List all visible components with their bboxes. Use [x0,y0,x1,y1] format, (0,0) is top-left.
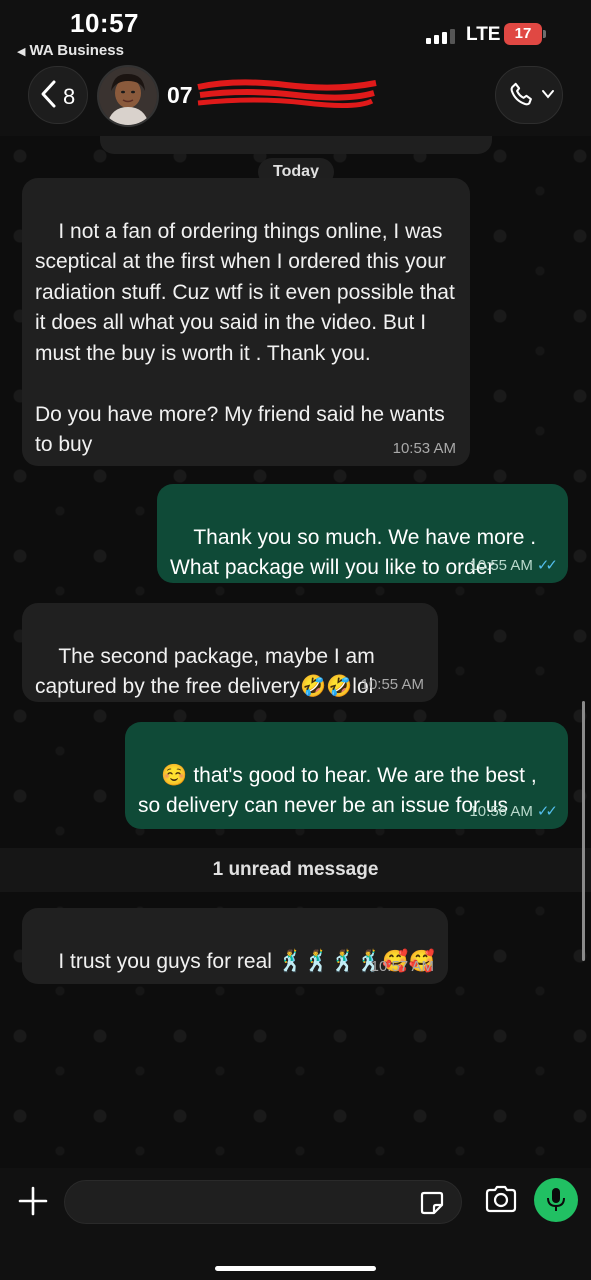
back-triangle-icon: ◀ [17,46,26,58]
message-time: 10:57 AM [370,958,434,975]
chevron-down-icon [542,90,554,99]
message-text: I not a fan of ordering things online, I… [35,219,455,457]
message-bubble-outgoing[interactable]: ☺️ that's good to hear. We are the best … [125,722,568,829]
unread-chats-count: 8 [63,84,76,109]
read-ticks-icon: ✓✓ [536,803,558,820]
read-ticks-icon: ✓✓ [536,557,558,574]
unread-divider: 1 unread message [0,848,591,892]
microphone-icon [547,1188,565,1211]
previous-message-edge [100,136,492,154]
sticker-icon[interactable] [419,1190,445,1216]
plus-icon[interactable] [18,1186,48,1216]
battery-level: 17 [514,25,532,42]
contact-avatar[interactable] [97,65,159,127]
back-to-app-link[interactable]: ◀ WA Business [17,42,124,59]
back-button[interactable]: 8 [28,66,88,124]
message-time: 10:53 AM [392,440,456,457]
microphone-button[interactable] [534,1178,578,1222]
message-meta: 10:56 AM ✓✓ [469,803,558,821]
message-composer [0,1168,591,1280]
message-bubble-incoming[interactable]: I trust you guys for real 🕺🕺🕺🕺🥰🥰 10:57 A… [22,908,448,984]
camera-icon[interactable] [484,1184,518,1214]
scrollbar[interactable] [582,701,585,961]
message-input[interactable] [64,1180,462,1224]
chat-header: 8 07 [0,62,591,136]
home-indicator [215,1266,376,1271]
contact-name[interactable]: 07 [167,82,193,109]
message-bubble-incoming[interactable]: The second package, maybe I am captured … [22,603,438,702]
message-bubble-incoming[interactable]: I not a fan of ordering things online, I… [22,178,470,466]
message-meta: 10:55 AM ✓✓ [469,557,558,575]
back-app-label: WA Business [29,42,124,59]
battery-icon: 17 [504,23,546,45]
status-bar: 10:57 ◀ WA Business LTE 17 [0,0,591,62]
chevron-left-icon [39,79,57,115]
message-text: The second package, maybe I am captured … [35,644,381,699]
phone-icon [510,82,532,106]
signal-icon [426,28,455,44]
message-time: 10:55 AM [360,676,424,693]
status-time: 10:57 [70,8,139,38]
redaction-scribble [197,79,377,109]
message-time: 10:55 AM [469,557,533,574]
call-button[interactable] [495,66,563,124]
chat-area[interactable]: Today I not a fan of ordering things onl… [0,136,591,1168]
network-type: LTE [466,24,501,45]
message-time: 10:56 AM [469,803,533,820]
message-bubble-outgoing[interactable]: Thank you so much. We have more . What p… [157,484,568,583]
